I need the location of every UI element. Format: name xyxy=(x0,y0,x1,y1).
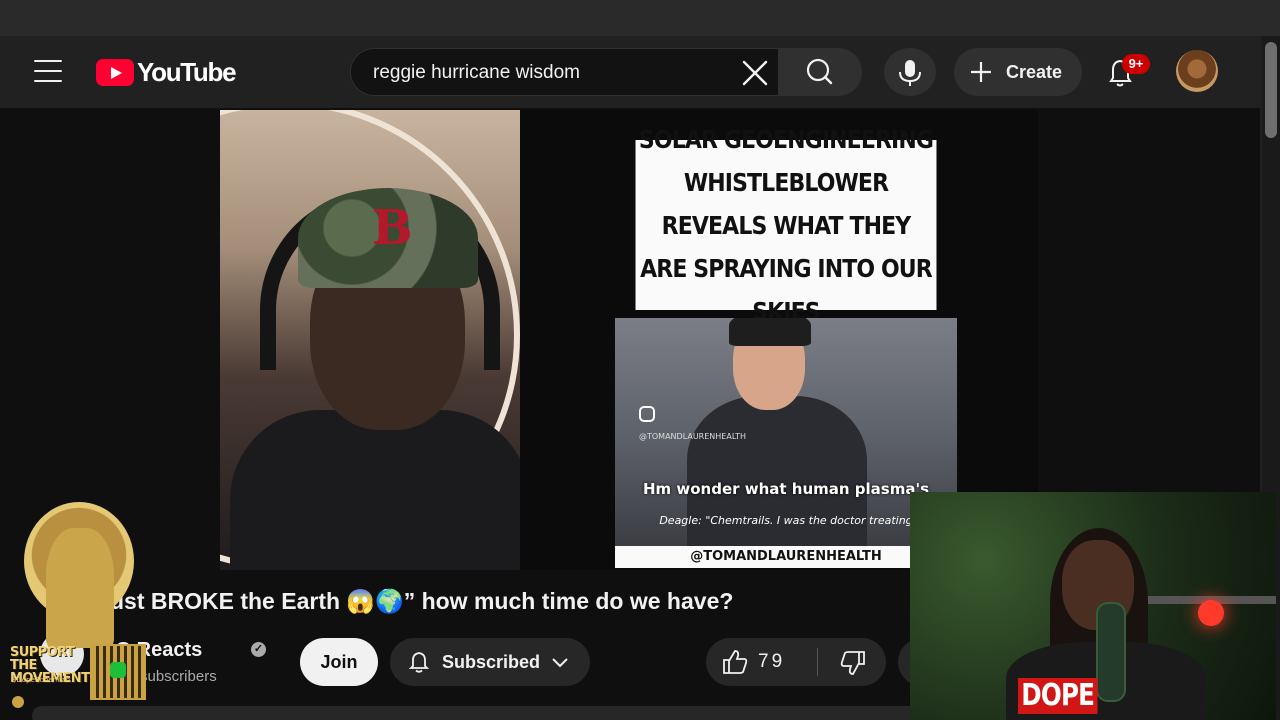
scrollbar-thumb[interactable] xyxy=(1265,42,1277,138)
logo-text: YouTube xyxy=(137,56,237,87)
thumbs-up-icon xyxy=(723,650,748,674)
search-icon xyxy=(806,58,833,85)
speaker-hair xyxy=(729,318,811,346)
reactor-body xyxy=(230,410,520,570)
streamer-webcam-overlay: DOPE xyxy=(910,492,1276,720)
instagram-icon xyxy=(639,406,655,422)
clear-icon xyxy=(742,60,768,86)
search-button[interactable] xyxy=(778,48,862,96)
promo-handle: $DopeBohemian xyxy=(12,676,71,684)
verified-icon: ✓ xyxy=(251,642,266,657)
clip-handle-small: @TOMANDLAURENHEALTH xyxy=(639,432,747,441)
promo-dot xyxy=(12,696,24,708)
like-count: 79 xyxy=(758,651,786,672)
support-overlay: SUPPORT THE MOVEMENT $DopeBohemian xyxy=(6,500,146,714)
cap-logo: B xyxy=(372,200,413,256)
red-light xyxy=(1198,600,1224,626)
speaker-clip: @TOMANDLAURENHEALTH Hm wonder what human… xyxy=(615,318,957,550)
clip-handle-bar: @TOMANDLAURENHEALTH xyxy=(615,546,957,568)
clear-search-button[interactable] xyxy=(738,56,772,90)
notifications-badge: 9+ xyxy=(1122,54,1150,74)
subscribed-button[interactable]: Subscribed xyxy=(390,638,590,686)
like-dislike-group: 79 xyxy=(706,638,886,686)
clip-caption-2: Deagle: "Chemtrails. I was the doctor tr… xyxy=(659,514,913,527)
qr-code xyxy=(90,644,146,700)
search-input[interactable] xyxy=(371,57,735,89)
reactor-camera: B xyxy=(220,110,520,570)
search-box xyxy=(350,48,778,96)
youtube-play-icon xyxy=(96,58,134,86)
cash-app-icon xyxy=(110,662,126,678)
promo-figure xyxy=(46,528,114,648)
plus-icon xyxy=(971,62,991,82)
microphone xyxy=(1096,602,1126,702)
youtube-logo[interactable]: YouTube xyxy=(96,56,237,88)
thumbs-down-icon xyxy=(840,651,865,675)
dislike-button[interactable] xyxy=(818,638,886,686)
voice-search-button[interactable] xyxy=(884,48,936,96)
browser-top-strip xyxy=(0,0,1280,36)
video-title: ust BROKE the Earth 😱🌍” how much time do… xyxy=(110,588,734,614)
overlay-headline-text: SOLAR GEOENGINEERING WHISTLEBLOWER REVEA… xyxy=(638,124,934,326)
account-avatar[interactable] xyxy=(1176,50,1218,92)
join-button[interactable]: Join xyxy=(300,638,378,686)
dope-badge: DOPE xyxy=(1018,678,1098,714)
create-label: Create xyxy=(1006,62,1063,82)
masthead: YouTube Create 9+ xyxy=(0,36,1260,108)
chevron-down-icon xyxy=(552,658,568,668)
overlay-headline: SOLAR GEOENGINEERING WHISTLEBLOWER REVEA… xyxy=(635,125,937,326)
create-button[interactable]: Create xyxy=(954,48,1082,96)
menu-icon[interactable] xyxy=(34,60,62,82)
description-box[interactable] xyxy=(32,706,932,720)
subscriber-count: subscribers xyxy=(140,668,217,685)
like-button[interactable]: 79 xyxy=(706,638,816,686)
bell-outline-icon xyxy=(408,652,430,673)
subscribed-label: Subscribed xyxy=(442,652,541,672)
mic-icon xyxy=(899,60,921,86)
clip-caption-1: Hm wonder what human plasma's xyxy=(642,480,930,498)
